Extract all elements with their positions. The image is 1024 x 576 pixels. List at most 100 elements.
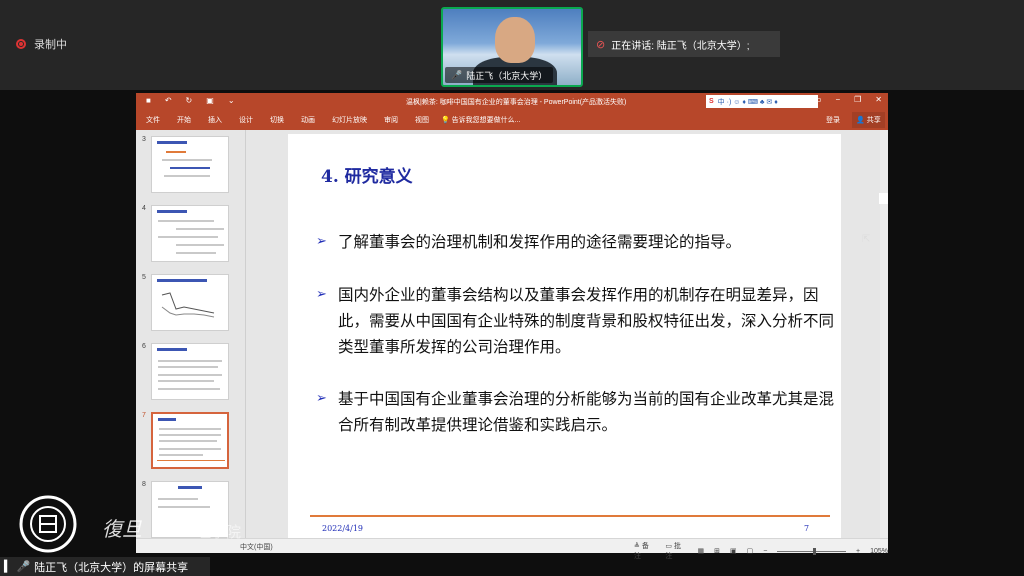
thumbnail-line (158, 374, 222, 376)
ribbon-options-icon[interactable]: ▭ (814, 95, 822, 104)
thumbnail-slide-selected[interactable] (151, 412, 229, 469)
mic-icon: 🎤 (451, 69, 463, 80)
calligraphy-text: 復旦 (102, 517, 142, 541)
bullet-text: 了解董事会的治理机制和发挥作用的途径需要理论的指导。 (338, 233, 742, 251)
zoom-slider-knob[interactable] (813, 547, 817, 555)
slide-date: 2022/4/19 (322, 524, 364, 533)
tab-file[interactable]: 文件 (146, 115, 160, 125)
slideshow-view-icon[interactable]: ▢ (747, 547, 754, 555)
share-button[interactable]: 👤 共享 (852, 112, 885, 128)
slide-title: 4. 研究意义 (321, 167, 413, 187)
thumbnail-item[interactable]: 6 (136, 341, 245, 403)
zoom-out-icon[interactable]: − (763, 548, 767, 555)
cursor-icon: ⇱ (862, 234, 871, 245)
bullet-arrow-icon: ➢ (316, 287, 327, 302)
tell-me-search[interactable]: 💡 告诉我您想要做什么... (441, 115, 521, 125)
window-controls: ▭ − ❐ ✕ (814, 95, 882, 104)
thumbnail-title-mark (157, 141, 187, 144)
sorter-view-icon[interactable]: ⊞ (714, 547, 720, 555)
thumbnail-number: 5 (142, 274, 146, 281)
customize-icon[interactable]: ⌄ (228, 96, 235, 105)
comments-label: 批注 (665, 543, 681, 560)
ppt-title-bar: ■ ↶ ↻ ▣ ⌄ 温枫|赖茶: 咖啡中国国有企业的董事会治理 - PowerP… (136, 93, 888, 110)
thumbnail-slide[interactable] (151, 136, 229, 193)
thumbnail-item[interactable]: 3 (136, 134, 245, 196)
thumbnail-item[interactable]: 5 (136, 272, 245, 334)
thumbnail-line (159, 448, 221, 450)
zoom-in-icon[interactable]: + (856, 548, 860, 555)
reading-view-icon[interactable]: ▣ (730, 547, 737, 555)
login-link[interactable]: 登录 (826, 115, 840, 125)
thumbnail-title-mark (178, 486, 202, 489)
tab-review[interactable]: 审阅 (384, 115, 398, 125)
school-seal-logo (19, 495, 77, 553)
ime-toolbar[interactable]: S 中 ·) ☺ ♦ ⌨ ♣ ✉ ♦ (706, 95, 818, 108)
thumbnail-slide[interactable] (151, 274, 229, 331)
tab-insert[interactable]: 插入 (208, 115, 222, 125)
thumbnail-slide[interactable] (151, 343, 229, 400)
speaker-video-tile[interactable]: 🎤 陆正飞（北京大学） (441, 7, 583, 87)
tab-slideshow[interactable]: 幻灯片放映 (332, 115, 367, 125)
save-icon[interactable]: ■ (146, 96, 151, 105)
tab-view[interactable]: 视图 (415, 115, 429, 125)
comments-button[interactable]: ▭ 批注 (665, 541, 687, 561)
slide-page-number: 7 (804, 524, 810, 533)
thumbnail-title-mark (157, 210, 187, 213)
current-slide[interactable]: 4. 研究意义 ➢ 了解董事会的治理机制和发挥作用的途径需要理论的指导。 ➢ 国… (288, 134, 841, 544)
ribbon-tabs: 文件 开始 插入 设计 切换 动画 幻灯片放映 审阅 视图 💡 告诉我您想要做什… (136, 110, 888, 130)
ime-logo-icon: S (709, 98, 714, 105)
ime-text: 中 ·) ☺ ♦ ⌨ ♣ ✉ ♦ (717, 98, 778, 106)
record-icon (16, 39, 26, 49)
minimize-icon[interactable]: − (835, 95, 840, 104)
slide-footer-rule (310, 515, 830, 517)
slide-bullet: ➢ 基于中国国有企业董事会治理的分析能够为当前的国有企业改革尤其是混合所有制改革… (316, 386, 836, 438)
bullet-arrow-icon: ➢ (316, 391, 327, 406)
present-icon[interactable]: ▣ (206, 96, 214, 105)
window-title: 温枫|赖茶: 咖啡中国国有企业的董事会治理 - PowerPoint(产品激活失… (406, 99, 627, 106)
thumbnail-item[interactable]: 4 (136, 203, 245, 265)
thumbnail-item-selected[interactable]: 7 (136, 410, 245, 472)
close-icon[interactable]: ✕ (875, 95, 882, 104)
recording-indicator[interactable]: 录制中 (16, 36, 67, 52)
vertical-scrollbar[interactable] (880, 130, 888, 538)
thumbnail-line (159, 428, 221, 430)
zoom-slider[interactable] (777, 547, 846, 555)
normal-view-icon[interactable]: ▦ (698, 547, 705, 555)
maximize-icon[interactable]: ❐ (854, 95, 861, 104)
thumbnail-slide[interactable] (151, 205, 229, 262)
tab-animations[interactable]: 动画 (301, 115, 315, 125)
thumbnail-line (176, 228, 224, 230)
person-icon: 👤 (856, 117, 865, 124)
mic-icon: 🎤 (16, 561, 31, 573)
slide-thumbnail-panel[interactable]: 3 4 5 6 7 8 (136, 130, 246, 538)
video-name: 陆正飞（北京大学） (466, 70, 548, 81)
thumbnail-line (170, 167, 210, 169)
zoom-level[interactable]: 105% (870, 548, 888, 555)
thumbnail-line (158, 220, 214, 222)
watermark-text: 理学院 (196, 524, 242, 541)
undo-icon[interactable]: ↶ (165, 96, 172, 105)
slide-editor[interactable]: 4. 研究意义 ➢ 了解董事会的治理机制和发挥作用的途径需要理论的指导。 ➢ 国… (246, 130, 880, 544)
tab-home[interactable]: 开始 (177, 115, 191, 125)
notes-button[interactable]: ≜ 备注 (634, 541, 655, 561)
share-bar-text: 陆正飞（北京大学）的屏幕共享 (34, 561, 189, 574)
thumbnail-line (162, 159, 212, 161)
thumbnail-line (158, 380, 214, 382)
tab-design[interactable]: 设计 (239, 115, 253, 125)
redo-icon[interactable]: ↻ (186, 96, 193, 105)
recording-label: 录制中 (34, 39, 67, 51)
thumbnail-number: 4 (142, 205, 146, 212)
thumbnail-title-mark (157, 279, 207, 282)
thumbnail-title-mark (158, 418, 176, 421)
thumbnail-line (176, 252, 216, 254)
thumbnail-line (159, 440, 217, 442)
desktop-scroll-stub (879, 193, 888, 204)
bullet-arrow-icon: ➢ (316, 234, 327, 249)
meeting-screen: 录制中 🎤 陆正飞（北京大学） ⊘ 正在讲话: 陆正飞（北京大学）; ■ ↶ ↻… (0, 0, 1024, 576)
speaking-text: 正在讲话: 陆正飞（北京大学）; (611, 40, 750, 52)
thumbnail-line (159, 434, 221, 436)
tab-transitions[interactable]: 切换 (270, 115, 284, 125)
video-name-label: 🎤 陆正飞（北京大学） (445, 67, 554, 83)
bullet-text: 国内外企业的董事会结构以及董事会发挥作用的机制存在明显差异，因此，需要从中国国有… (338, 286, 835, 356)
thumbnail-number: 7 (142, 412, 146, 419)
